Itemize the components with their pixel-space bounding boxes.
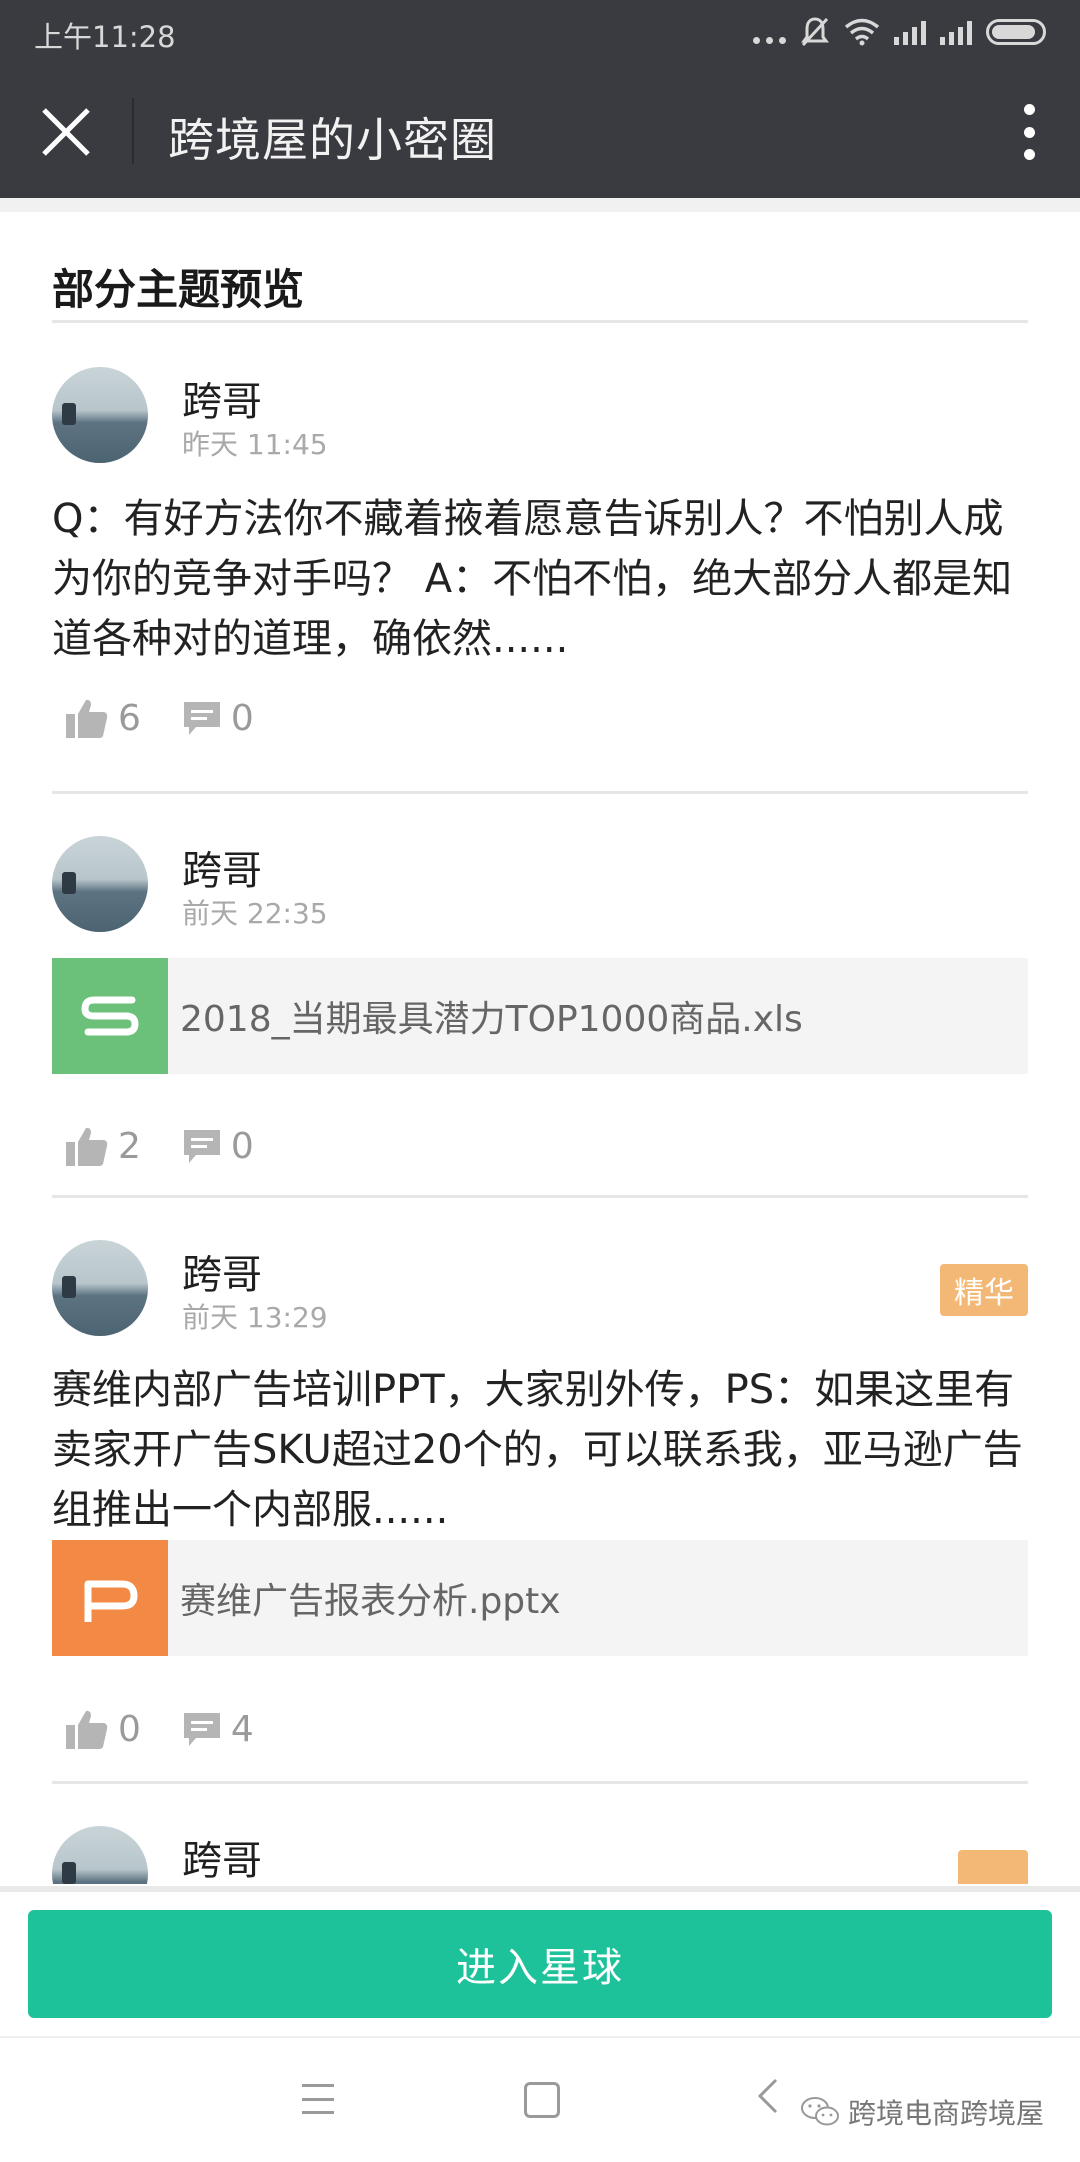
file-name: 赛维广告报表分析.pptx: [180, 1581, 561, 1622]
post-author[interactable]: 跨哥: [182, 369, 262, 427]
presentation-file-icon: [52, 1540, 168, 1656]
watermark-text: 跨境电商跨境屋: [847, 2097, 1044, 2130]
back-icon[interactable]: [756, 2076, 780, 2116]
post-time: 前天 22:35: [182, 897, 328, 930]
like-count: 2: [118, 1125, 141, 1167]
watermark: 跨境电商跨境屋: [800, 2092, 1044, 2132]
comment-button[interactable]: 0: [181, 698, 254, 739]
topic-preview: 部分主题预览 跨哥 昨天 11:45 Q：有好方法你不藏着掖着愿意告诉别人？不怕…: [52, 212, 1028, 1884]
comment-count: 0: [230, 1125, 254, 1167]
file-attachment[interactable]: 赛维广告报表分析.pptx: [52, 1540, 1028, 1656]
section-title: 部分主题预览: [52, 265, 305, 314]
post-item[interactable]: 跨哥 前天 13:29 精华 赛维内部广告培训PPT，大家别外传，PS：如果这里…: [52, 1198, 1028, 1781]
enter-bar: 进入星球: [0, 1886, 1080, 2036]
thumbs-up-icon: [66, 699, 108, 738]
post-text[interactable]: Q：有好方法你不藏着掖着愿意告诉别人？不怕别人成为你的竞争对手吗？ A：不怕不怕…: [52, 489, 1028, 669]
like-count: 6: [118, 697, 141, 739]
post-item[interactable]: 跨哥: [52, 1784, 1028, 1884]
file-name: 2018_当期最具潜力TOP1000商品.xls: [180, 999, 803, 1040]
close-icon: [42, 108, 90, 156]
more-options-button[interactable]: [1014, 104, 1044, 160]
post-item[interactable]: 跨哥 前天 22:35 2018_当期最具潜力TOP1000商品.xls 2 0: [52, 794, 1028, 1195]
like-button[interactable]: 2: [64, 1124, 141, 1168]
comment-count: 0: [230, 697, 254, 739]
close-button[interactable]: [36, 102, 96, 162]
comment-icon: [183, 1713, 220, 1746]
system-nav-bar: 跨境电商跨境屋: [0, 2036, 1080, 2162]
post-actions: 6 0: [64, 693, 294, 743]
post-actions: 2 0: [64, 1121, 294, 1171]
mute-bell-icon: [801, 17, 829, 47]
featured-badge: [958, 1850, 1028, 1884]
title-divider: [132, 98, 134, 164]
like-button[interactable]: 0: [64, 1707, 141, 1751]
avatar[interactable]: [52, 367, 148, 463]
signal-2-icon: [940, 19, 972, 45]
status-icons: [753, 14, 1046, 50]
comment-icon: [183, 1130, 220, 1163]
page-title: 跨境屋的小密圈: [168, 113, 497, 167]
comment-button[interactable]: 0: [181, 1126, 254, 1167]
spreadsheet-file-icon: [52, 958, 168, 1074]
battery-icon: [986, 19, 1046, 45]
comment-icon: [183, 702, 220, 735]
post-author[interactable]: 跨哥: [182, 1828, 262, 1884]
post-item[interactable]: 跨哥 昨天 11:45 Q：有好方法你不藏着掖着愿意告诉别人？不怕别人成为你的竞…: [52, 323, 1028, 791]
post-time: 前天 13:29: [182, 1301, 328, 1334]
home-icon[interactable]: [524, 2082, 560, 2118]
post-author[interactable]: 跨哥: [182, 1242, 262, 1300]
like-count: 0: [118, 1708, 141, 1750]
header-gap: [0, 198, 1080, 212]
wifi-icon: [844, 18, 880, 46]
avatar[interactable]: [52, 836, 148, 932]
signal-icon: [894, 19, 926, 45]
wechat-icon: [800, 2097, 839, 2126]
post-time: 昨天 11:45: [182, 428, 328, 461]
title-bar: 跨境屋的小密圈: [0, 64, 1080, 198]
post-text[interactable]: 赛维内部广告培训PPT，大家别外传，PS：如果这里有卖家开广告SKU超过20个的…: [52, 1360, 1028, 1540]
more-notifications-icon: [753, 20, 786, 44]
thumbs-up-icon: [66, 1127, 108, 1166]
post-actions: 0 4: [64, 1704, 294, 1754]
like-button[interactable]: 6: [64, 696, 141, 740]
post-author[interactable]: 跨哥: [182, 838, 262, 896]
comment-button[interactable]: 4: [181, 1709, 254, 1750]
avatar[interactable]: [52, 1240, 148, 1336]
enter-planet-button[interactable]: 进入星球: [28, 1910, 1052, 2018]
status-bar: 上午11:28: [0, 0, 1080, 64]
file-attachment[interactable]: 2018_当期最具潜力TOP1000商品.xls: [52, 958, 1028, 1074]
featured-badge: 精华: [940, 1264, 1028, 1316]
status-time: 上午11:28: [34, 20, 176, 54]
comment-count: 4: [230, 1708, 254, 1750]
thumbs-up-icon: [66, 1710, 108, 1749]
menu-icon[interactable]: [302, 2084, 334, 2114]
avatar[interactable]: [52, 1826, 148, 1884]
